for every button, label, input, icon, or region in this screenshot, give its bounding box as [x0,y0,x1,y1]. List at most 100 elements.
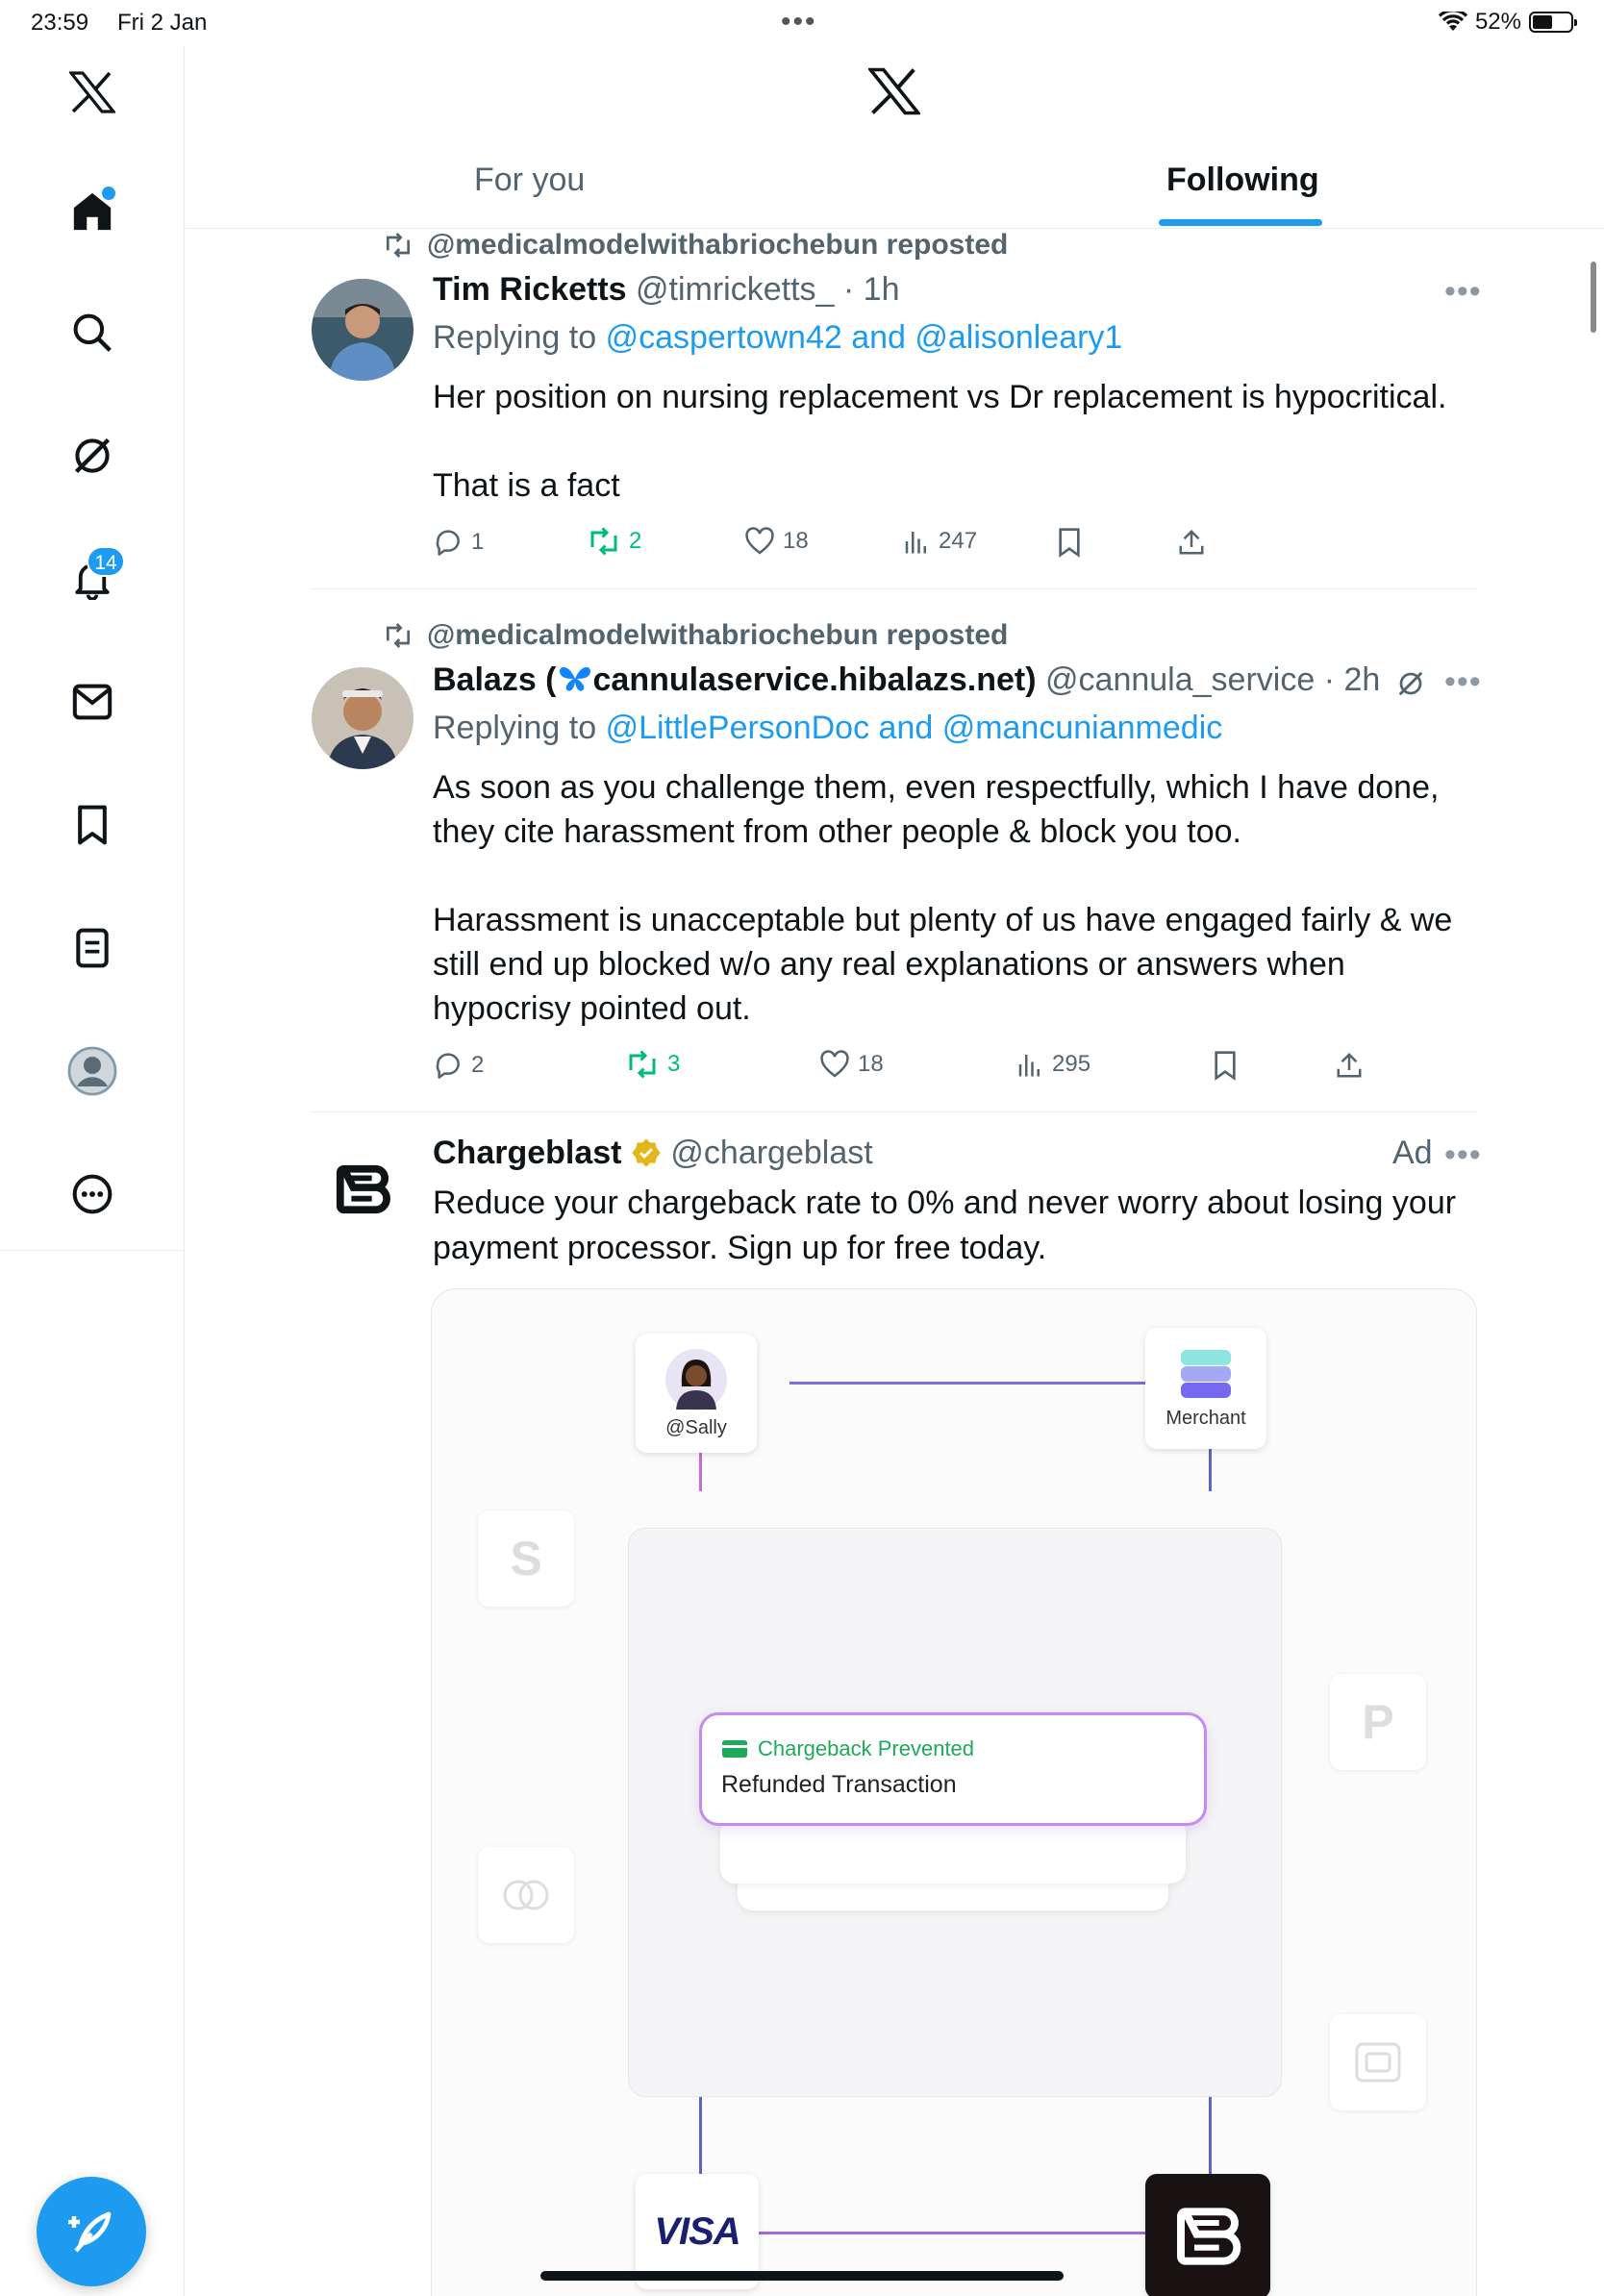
views-button[interactable]: 295 [1015,1050,1090,1079]
repost-button[interactable]: 3 [625,1050,680,1079]
author-name[interactable]: Balazs ( cannulaservice.hibalazs.net) [433,661,1037,698]
repost-button[interactable]: 2 [587,527,641,556]
tweet-header: Balazs ( cannulaservice.hibalazs.net) @ca… [433,661,1381,698]
tweet-more-button[interactable]: ••• [1444,663,1482,701]
avatar[interactable] [312,279,414,381]
tweet-separator [312,1111,1477,1112]
paypal-icon: P [1330,1674,1426,1770]
x-logo-icon[interactable] [58,58,127,127]
connector-line [789,1382,1145,1385]
author-handle[interactable]: @cannula_service [1045,661,1315,698]
avatar[interactable] [312,667,414,769]
bookmark-icon [1059,528,1080,558]
author-name-suffix: cannulaservice.hibalazs.net) [592,661,1037,698]
visa-logo: VISA [654,2209,740,2253]
views-count: 247 [939,528,978,554]
repost-count: 3 [667,1051,681,1077]
like-button[interactable]: 18 [744,527,809,556]
lists-icon [76,928,109,968]
repost-icon [387,623,410,648]
like-count: 18 [858,1051,884,1077]
replying-to: Replying to @caspertown42 and @alisonlea… [433,319,1122,357]
tweet-separator [312,588,1477,589]
tweet-header: Chargeblast @chargeblast [433,1135,873,1172]
replying-to-link[interactable]: @caspertown42 and @alisonleary1 [606,319,1123,356]
ad-media-card[interactable]: @Sally Merchant S P Chargeback Prevented… [431,1288,1477,2296]
search-icon [73,313,112,352]
chargeblast-logo-icon [1177,2208,1241,2265]
tweet-time[interactable]: 2h [1343,661,1380,698]
notice-status: Chargeback Prevented [721,1736,974,1761]
card-stack-middle [720,1816,1186,1884]
heart-icon [820,1050,849,1078]
more-icon [72,1174,113,1214]
sidebar-item-profile[interactable] [58,1036,127,1106]
tweet-more-button[interactable]: ••• [1444,1136,1482,1174]
tweet-time[interactable]: 1h [864,271,900,308]
sidebar-item-search[interactable] [58,298,127,367]
repost-icon [387,233,410,258]
chargeblast-logo-icon[interactable] [335,1161,390,1222]
sidebar-item-notifications[interactable]: 14 [58,544,127,613]
sidebar-item-messages[interactable] [58,667,127,736]
grok-icon[interactable] [1396,669,1425,698]
reply-count: 1 [471,529,485,555]
reply-button[interactable]: 1 [433,527,484,558]
reply-button[interactable]: 2 [433,1050,484,1081]
notice-title: Chargeback Prevented [758,1736,975,1760]
sidebar-item-grok[interactable] [58,421,127,490]
bookmark-button[interactable] [1056,527,1083,558]
tab-following[interactable]: Following [1166,162,1319,199]
tweet-header: Tim Ricketts @timricketts_ · 1h [433,271,900,308]
replying-to-link[interactable]: @LittlePersonDoc and @mancunianmedic [606,710,1223,746]
chargeblast-node [1145,2174,1270,2296]
sidebar-item-home[interactable] [58,177,127,246]
sidebar-divider [0,1250,185,1251]
reply-count: 2 [471,1052,485,1078]
stripe-icon: S [478,1510,574,1607]
author-name-prefix: Balazs ( [433,661,557,698]
share-icon [1337,1052,1362,1078]
multitasking-dots-icon[interactable]: ••• [781,6,817,38]
reply-icon [436,1053,460,1079]
chargeback-notice-card: Chargeback Prevented Refunded Transactio… [699,1712,1207,1826]
author-handle[interactable]: @chargeblast [670,1135,872,1171]
author-handle[interactable]: @timricketts_ [636,271,834,308]
mastercard-icon [478,1847,574,1943]
author-name[interactable]: Tim Ricketts [433,271,627,308]
repost-context: @medicalmodelwithabriochebun reposted [383,619,1008,652]
notice-body: Refunded Transaction [721,1771,957,1798]
tweet-more-button[interactable]: ••• [1444,273,1482,311]
sidebar-item-more[interactable] [58,1160,127,1229]
x-logo-icon [866,67,922,120]
tab-for-you[interactable]: For you [474,162,585,199]
compose-post-button[interactable] [37,2177,146,2286]
share-button[interactable] [1335,1050,1364,1081]
scrollbar[interactable] [1591,262,1596,333]
tweet-text: As soon as you challenge them, even resp… [433,769,1453,1027]
bookmark-button[interactable] [1212,1050,1239,1081]
merchant-stack-icon [1181,1349,1231,1398]
views-button[interactable]: 247 [902,527,977,556]
repost-icon [590,527,617,556]
user-avatar-icon [665,1348,727,1410]
card-payment-icon [722,1740,747,1758]
active-tab-indicator [1159,219,1322,226]
connector-line [1209,2097,1212,2174]
sidebar-item-lists[interactable] [58,913,127,983]
sidebar-item-bookmarks[interactable] [58,790,127,860]
afterpay-icon [1330,2014,1426,2110]
author-name[interactable]: Chargeblast [433,1135,622,1171]
bookmarks-icon [78,805,107,845]
repost-by-label: @medicalmodelwithabriochebun reposted [427,229,1009,261]
grok-icon [74,437,111,474]
repost-count: 2 [629,528,642,554]
share-button[interactable] [1177,527,1206,558]
heart-icon [745,527,774,555]
connector-line [759,2232,1172,2234]
notifications-badge: 14 [87,546,125,577]
home-indicator[interactable] [540,2271,1064,2281]
like-button[interactable]: 18 [819,1050,884,1079]
repost-icon [629,1050,656,1079]
tweet-text: Reduce your chargeback rate to 0% and ne… [433,1185,1457,1266]
